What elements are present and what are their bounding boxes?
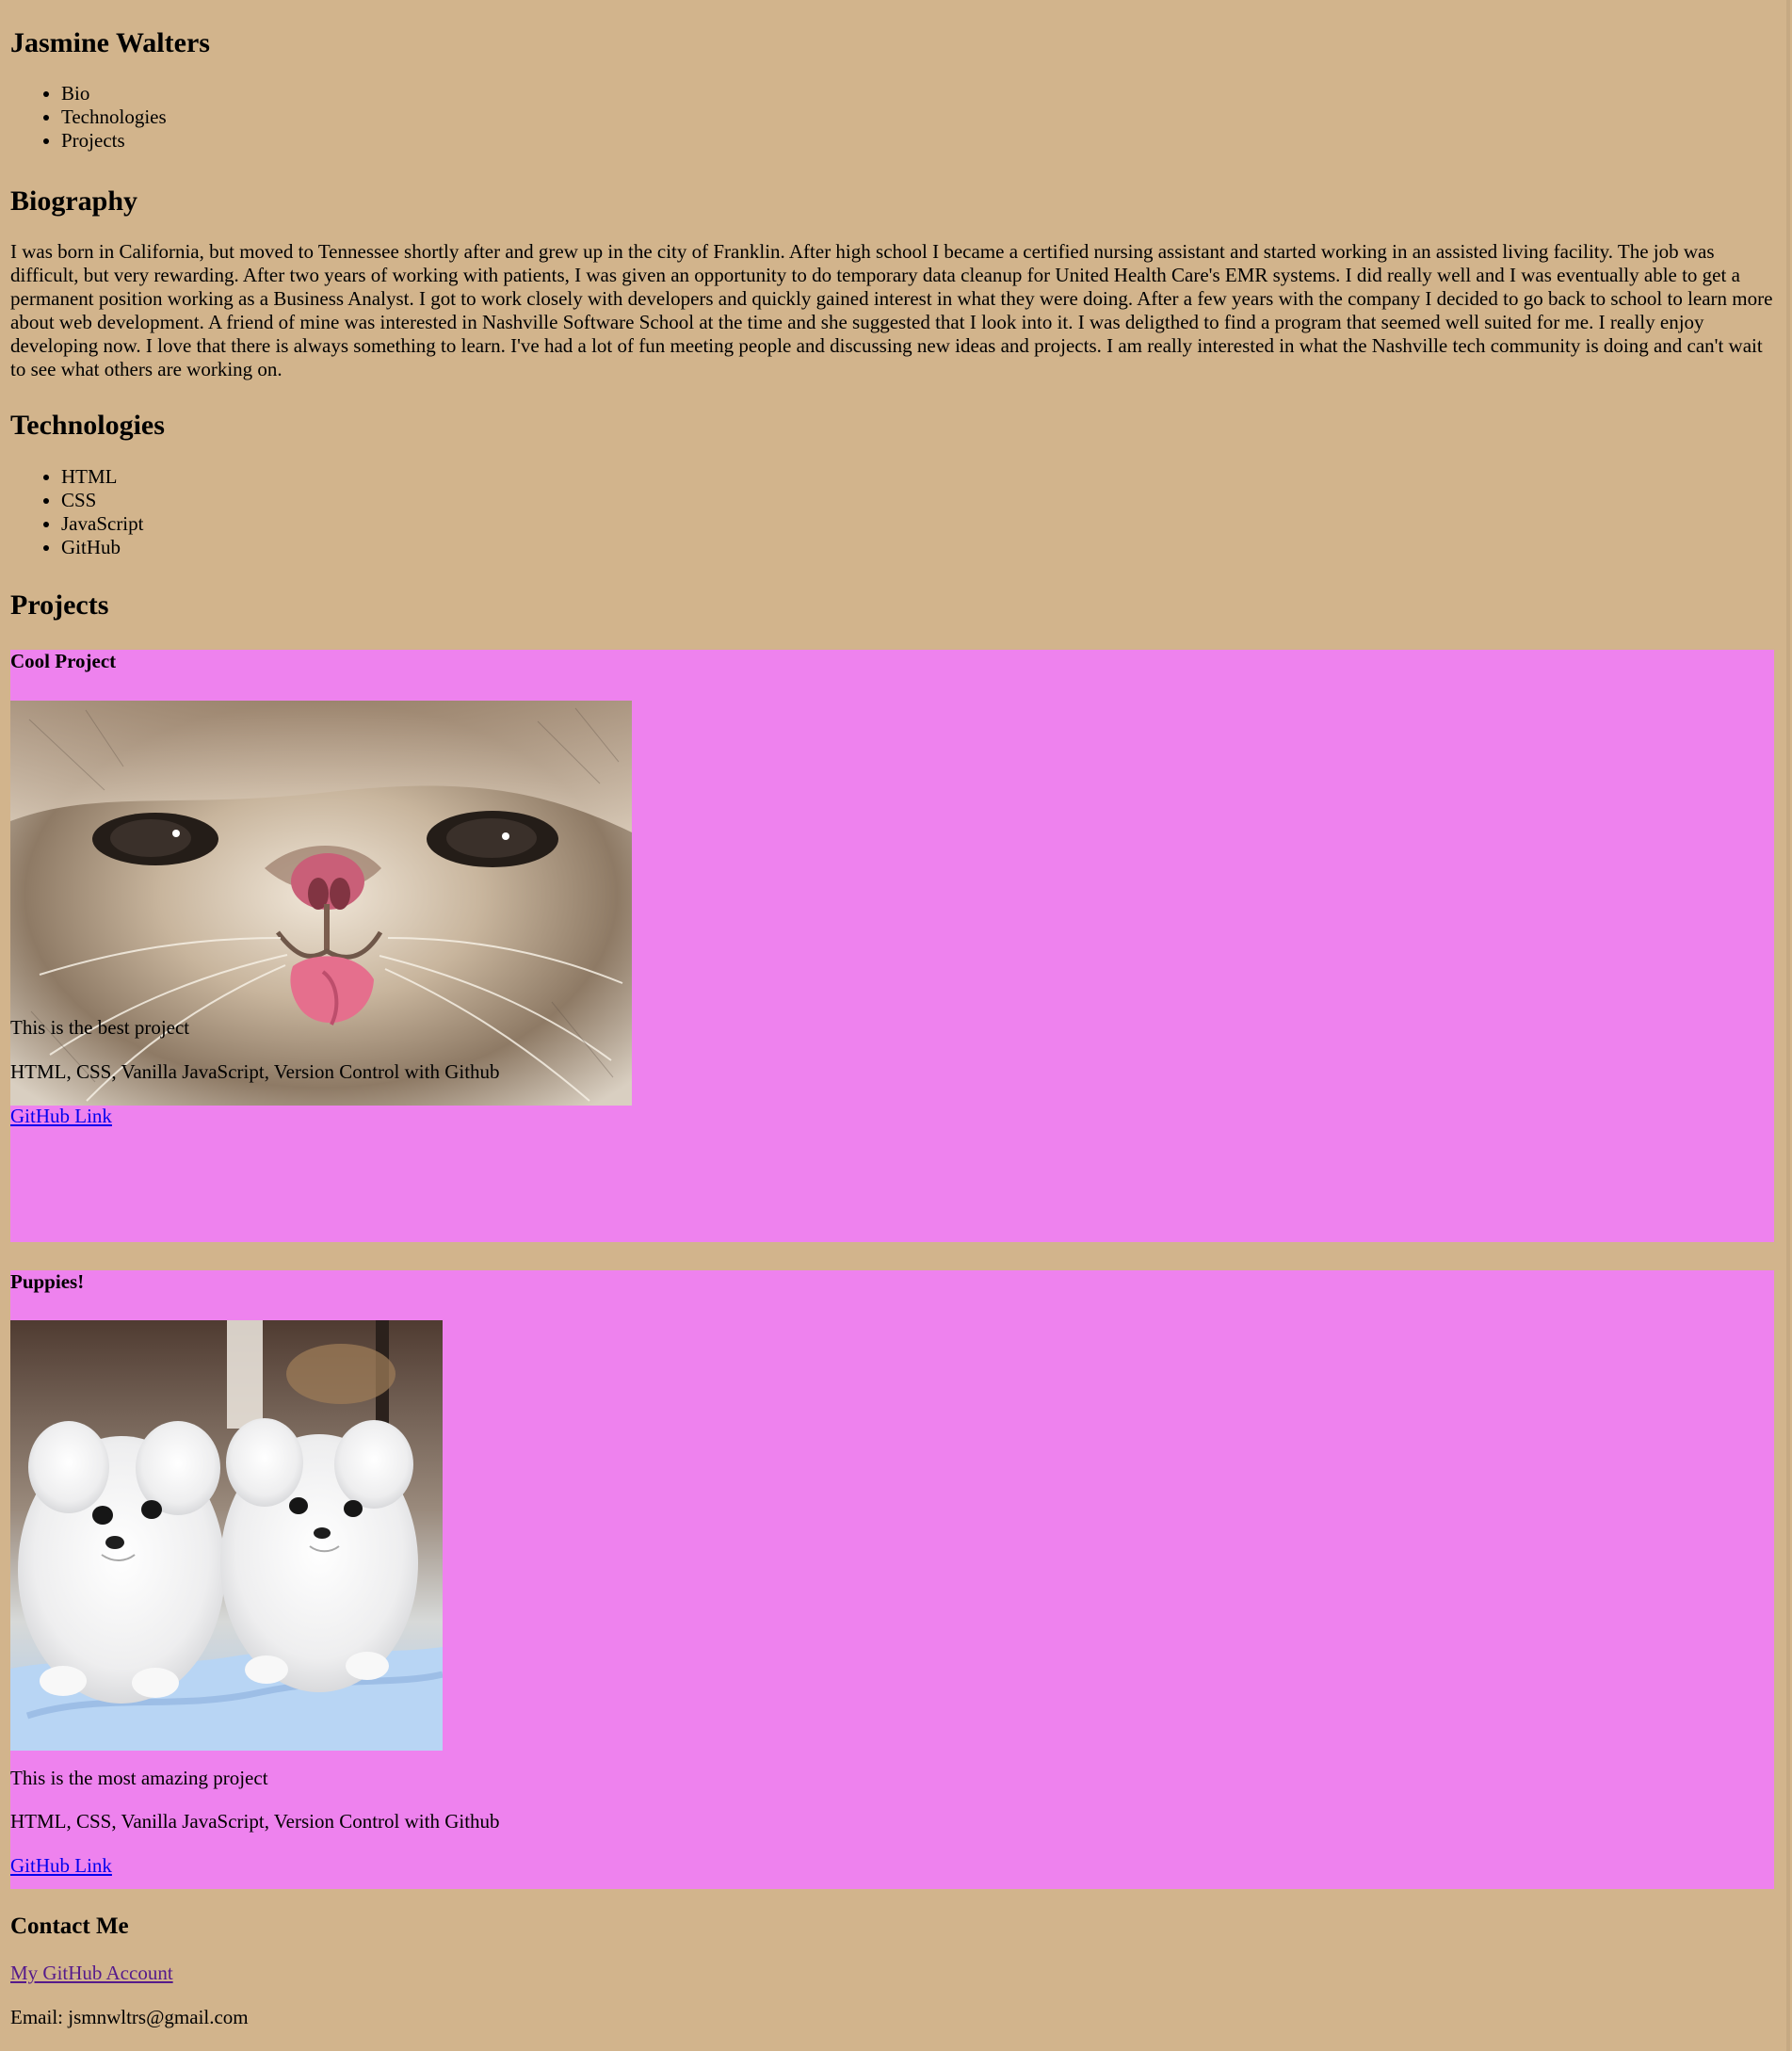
page-title: Jasmine Walters bbox=[10, 27, 210, 58]
github-account-link[interactable]: My GitHub Account bbox=[10, 1962, 173, 1984]
project-technologies: HTML, CSS, Vanilla JavaScript, Version C… bbox=[10, 1810, 500, 1833]
nav-item-technologies: Technologies bbox=[61, 105, 167, 129]
technologies-list: HTML CSS JavaScript GitHub bbox=[10, 465, 143, 559]
scrollbar-thumb[interactable] bbox=[1786, 0, 1790, 2051]
technologies-heading: Technologies bbox=[10, 410, 165, 441]
technology-item: JavaScript bbox=[61, 512, 143, 536]
biography-heading: Biography bbox=[10, 186, 138, 217]
nav-item-bio: Bio bbox=[61, 82, 167, 105]
project-title: Puppies! bbox=[10, 1270, 85, 1293]
project-technologies: HTML, CSS, Vanilla JavaScript, Version C… bbox=[10, 1060, 500, 1083]
technology-item: CSS bbox=[61, 489, 143, 512]
technology-item: GitHub bbox=[61, 536, 143, 559]
projects-heading: Projects bbox=[10, 589, 109, 621]
project-description: This is the best project bbox=[10, 1016, 190, 1039]
puppies-photo bbox=[10, 1320, 443, 1751]
github-link[interactable]: GitHub Link bbox=[10, 1854, 112, 1877]
project-title: Cool Project bbox=[10, 650, 117, 672]
section-nav: Bio Technologies Projects bbox=[10, 82, 167, 153]
project-description: This is the most amazing project bbox=[10, 1767, 268, 1789]
contact-email: Email: jsmnwltrs@gmail.com bbox=[10, 2006, 249, 2028]
project-card: Puppies! This is the most amazing projec… bbox=[10, 1270, 1774, 1889]
technology-item: HTML bbox=[61, 465, 143, 489]
project-image-puppies bbox=[10, 1320, 443, 1751]
vertical-scrollbar[interactable] bbox=[1784, 0, 1792, 2051]
biography-text: I was born in California, but moved to T… bbox=[10, 240, 1773, 380]
contact-heading: Contact Me bbox=[10, 1914, 129, 1939]
cat-photo bbox=[10, 701, 632, 1106]
project-card: Cool Project This is the best project HT… bbox=[10, 650, 1774, 1242]
nav-item-projects: Projects bbox=[61, 129, 167, 153]
project-image-cat bbox=[10, 701, 632, 1106]
github-link[interactable]: GitHub Link bbox=[10, 1105, 112, 1127]
